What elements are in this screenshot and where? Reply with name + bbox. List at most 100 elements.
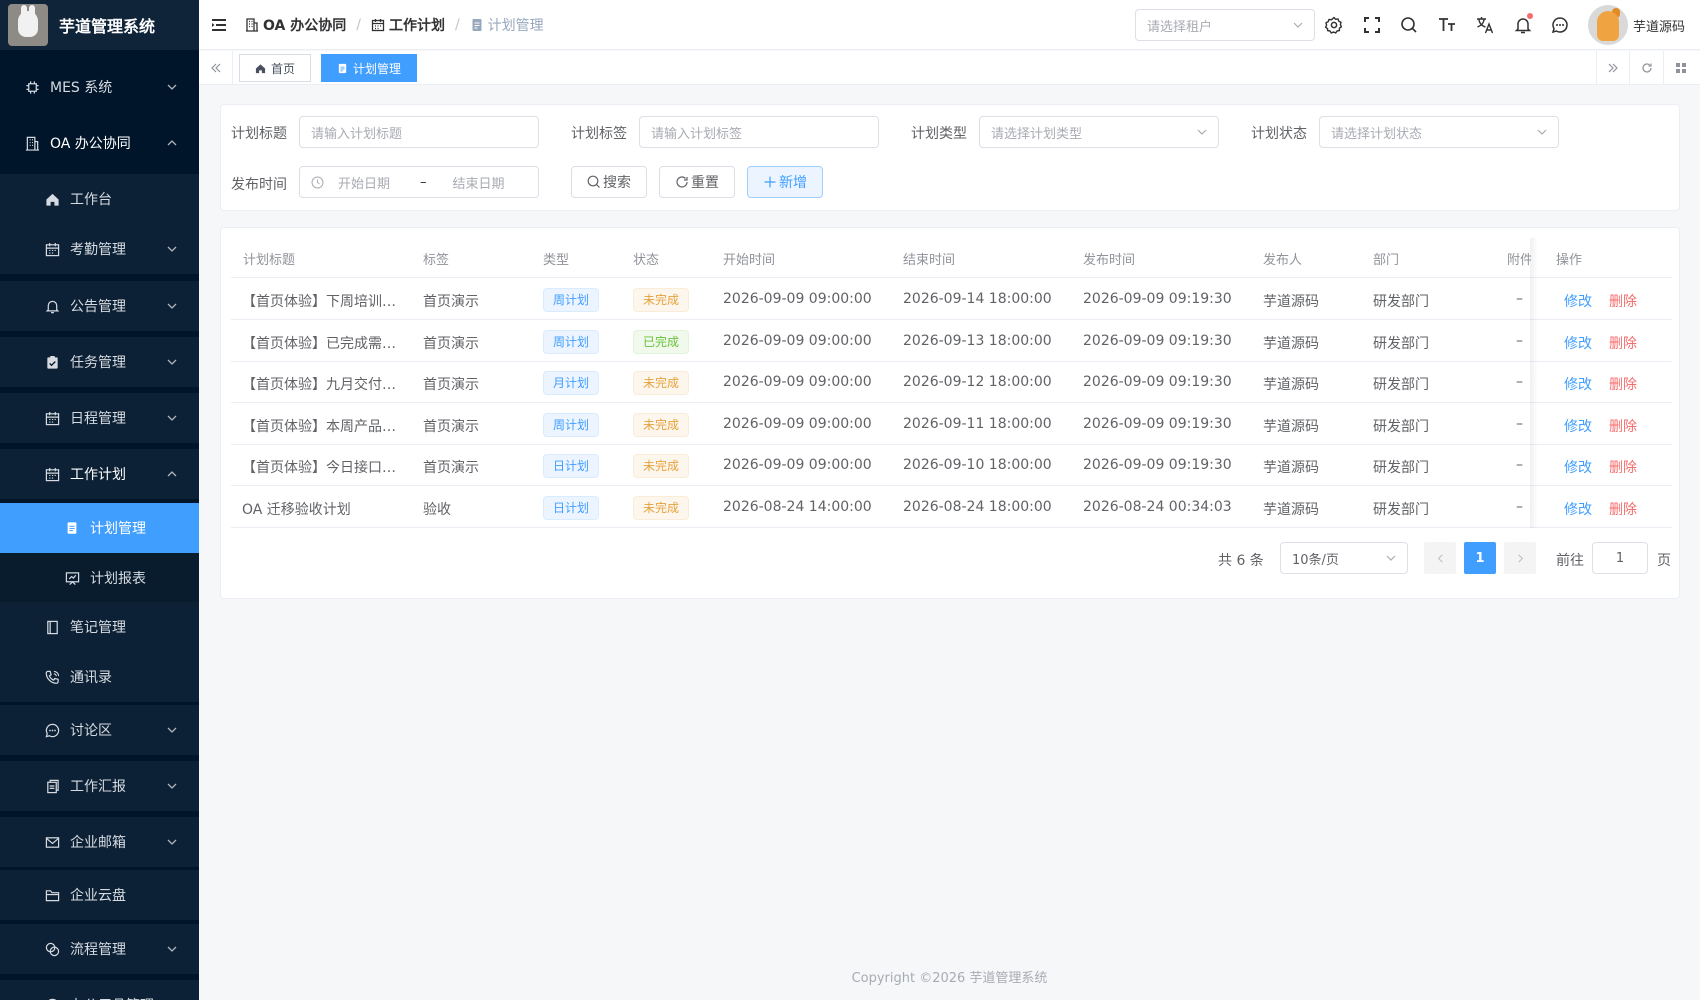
- cell-attach: –: [1516, 415, 1523, 432]
- sidebar-item[interactable]: 考勤管理: [0, 224, 199, 274]
- sidebar-item[interactable]: 通讯录: [0, 652, 199, 702]
- search-icon[interactable]: [1400, 16, 1418, 34]
- plan-title-input[interactable]: 请输入计划标题: [299, 116, 539, 148]
- fullscreen-icon[interactable]: [1363, 16, 1381, 34]
- delete-button[interactable]: 删除: [1609, 457, 1637, 477]
- home-icon: [255, 63, 266, 73]
- plan-type-badge: 日计划: [543, 495, 600, 520]
- table-row[interactable]: 【首页体验】本周产品迭代 首页演示 周计划 未完成 2026-09-09 09:00:0…: [231, 403, 1672, 445]
- plan-tag-label: 计划标签: [571, 126, 627, 142]
- column-header: 操作: [1556, 253, 1583, 268]
- plan-type-select[interactable]: 请选择计划类型: [979, 116, 1219, 148]
- edit-button[interactable]: 修改: [1564, 457, 1592, 477]
- next-page-button[interactable]: [1504, 542, 1536, 574]
- cell-end: 2026-08-24 18:00:00: [903, 498, 1052, 515]
- scroll-left-icon[interactable]: [199, 51, 233, 85]
- end-date-placeholder: 结束日期: [452, 176, 505, 192]
- avatar[interactable]: [1588, 5, 1628, 45]
- phone-icon: [44, 669, 60, 685]
- message-icon[interactable]: [1551, 16, 1569, 34]
- table-row[interactable]: 【首页体验】下周培训计划 首页演示 周计划 未完成 2026-09-09 09:00:0…: [231, 278, 1672, 320]
- table-row[interactable]: 【首页体验】今日接口联调 首页演示 日计划 未完成 2026-09-09 09:00:0…: [231, 444, 1672, 486]
- cell-title: OA 迁移验收计划: [242, 501, 351, 518]
- plan-tag-input[interactable]: 请输入计划标签: [639, 116, 879, 148]
- add-button[interactable]: 新增: [747, 166, 823, 198]
- font-size-icon[interactable]: [1438, 16, 1456, 34]
- breadcrumb-item-work-plan[interactable]: 工作计划: [371, 15, 445, 35]
- page-suffix: 页: [1657, 553, 1671, 569]
- column-header: 计划标题: [243, 253, 296, 268]
- sidebar-item[interactable]: 办公用品管理: [0, 980, 199, 1000]
- tab-home[interactable]: 首页: [239, 54, 312, 82]
- page-number-current[interactable]: 1: [1464, 542, 1496, 574]
- prev-page-button[interactable]: [1424, 542, 1456, 574]
- refresh-icon[interactable]: [1630, 51, 1664, 85]
- table-row[interactable]: 【首页体验】九月交付计划 首页演示 月计划 未完成 2026-09-09 09:00:0…: [231, 361, 1672, 403]
- sidebar-item[interactable]: MES 系统: [0, 62, 199, 112]
- edit-button[interactable]: 修改: [1564, 416, 1592, 436]
- delete-button[interactable]: 删除: [1609, 499, 1637, 519]
- plan-status-select[interactable]: 请选择计划状态: [1319, 116, 1559, 148]
- cell-end: 2026-09-13 18:00:00: [903, 332, 1052, 349]
- user-name[interactable]: 芋道源码: [1633, 16, 1685, 35]
- column-header: 类型: [543, 253, 570, 268]
- plan-type-badge: 周计划: [543, 288, 600, 312]
- sidebar-item[interactable]: OA 办公协同: [0, 118, 199, 168]
- delete-button[interactable]: 删除: [1609, 333, 1637, 353]
- range-separator: –: [420, 174, 427, 190]
- sidebar-item[interactable]: 企业云盘: [0, 870, 199, 920]
- chevron-up-icon: [165, 136, 179, 150]
- gear-icon[interactable]: [1325, 16, 1343, 34]
- delete-button[interactable]: 删除: [1609, 291, 1637, 311]
- chevron-down-icon: [165, 411, 179, 425]
- cell-publish: 2026-09-09 09:19:30: [1083, 374, 1232, 390]
- sidebar-item[interactable]: 企业邮箱: [0, 817, 199, 867]
- page-size-select[interactable]: 10条/页: [1280, 542, 1408, 574]
- hamburger-icon[interactable]: [211, 17, 227, 33]
- cell-start: 2026-09-09 09:00:00: [723, 332, 872, 349]
- sidebar-item[interactable]: 公告管理: [0, 281, 199, 331]
- cell-tag: 首页演示: [423, 294, 479, 310]
- cell-publish: 2026-09-09 09:19:30: [1083, 332, 1232, 349]
- search-button[interactable]: 搜索: [571, 166, 647, 198]
- publish-date-range[interactable]: 开始日期 – 结束日期: [299, 166, 539, 198]
- building-icon: [245, 17, 259, 32]
- grid-menu-icon[interactable]: [1664, 51, 1698, 85]
- bell-icon: [44, 298, 60, 314]
- logo[interactable]: 芋道管理系统: [0, 0, 199, 50]
- cell-publisher: 芋道源码: [1263, 335, 1319, 352]
- reset-button[interactable]: 重置: [659, 166, 735, 198]
- sidebar-item[interactable]: 工作台: [0, 174, 199, 224]
- table-row[interactable]: 【首页体验】已完成需求整理 首页演示 周计划 已完成 2026-09-09 09:00:…: [231, 320, 1672, 362]
- sidebar-item[interactable]: 流程管理: [0, 924, 199, 974]
- edit-button[interactable]: 修改: [1564, 499, 1592, 519]
- sidebar-item[interactable]: 计划报表: [0, 553, 199, 603]
- plan-type-badge: 周计划: [543, 412, 600, 437]
- breadcrumb-item-oa[interactable]: OA 办公协同: [245, 15, 346, 35]
- scroll-right-icon[interactable]: [1596, 51, 1630, 85]
- sidebar-item[interactable]: 工作计划: [0, 449, 199, 499]
- sidebar-item[interactable]: 笔记管理: [0, 602, 199, 652]
- tab-plan-management[interactable]: 计划管理: [321, 54, 418, 82]
- tenant-select[interactable]: 请选择租户: [1135, 9, 1315, 41]
- mail-icon: [44, 834, 60, 850]
- translate-icon[interactable]: [1476, 16, 1494, 34]
- sidebar-item[interactable]: 日程管理: [0, 393, 199, 443]
- edit-button[interactable]: 修改: [1564, 374, 1592, 394]
- sidebar-item-label: 计划报表: [90, 571, 146, 587]
- goto-page-input[interactable]: 1: [1592, 542, 1648, 574]
- edit-button[interactable]: 修改: [1564, 291, 1592, 311]
- edit-button[interactable]: 修改: [1564, 333, 1592, 353]
- cell-dept: 研发部门: [1373, 418, 1429, 435]
- delete-button[interactable]: 删除: [1609, 374, 1637, 394]
- sidebar-item[interactable]: 讨论区: [0, 705, 199, 755]
- sidebar: 芋道管理系统 MES 系统 OA 办公协同 工作台 考勤管理公告管理任务管理日程管理工…: [0, 0, 199, 1000]
- cell-publish: 2026-08-24 00:34:03: [1083, 498, 1232, 515]
- chevron-right-icon: [1517, 553, 1523, 563]
- sidebar-item[interactable]: 任务管理: [0, 337, 199, 387]
- delete-button[interactable]: 删除: [1609, 416, 1637, 436]
- sidebar-item[interactable]: 计划管理: [0, 503, 199, 553]
- table-row[interactable]: OA 迁移验收计划 验收 日计划 未完成 2026-08-24 14:00:00 2026…: [231, 486, 1672, 528]
- button-label: 搜索: [603, 175, 631, 191]
- sidebar-item[interactable]: 工作汇报: [0, 761, 199, 811]
